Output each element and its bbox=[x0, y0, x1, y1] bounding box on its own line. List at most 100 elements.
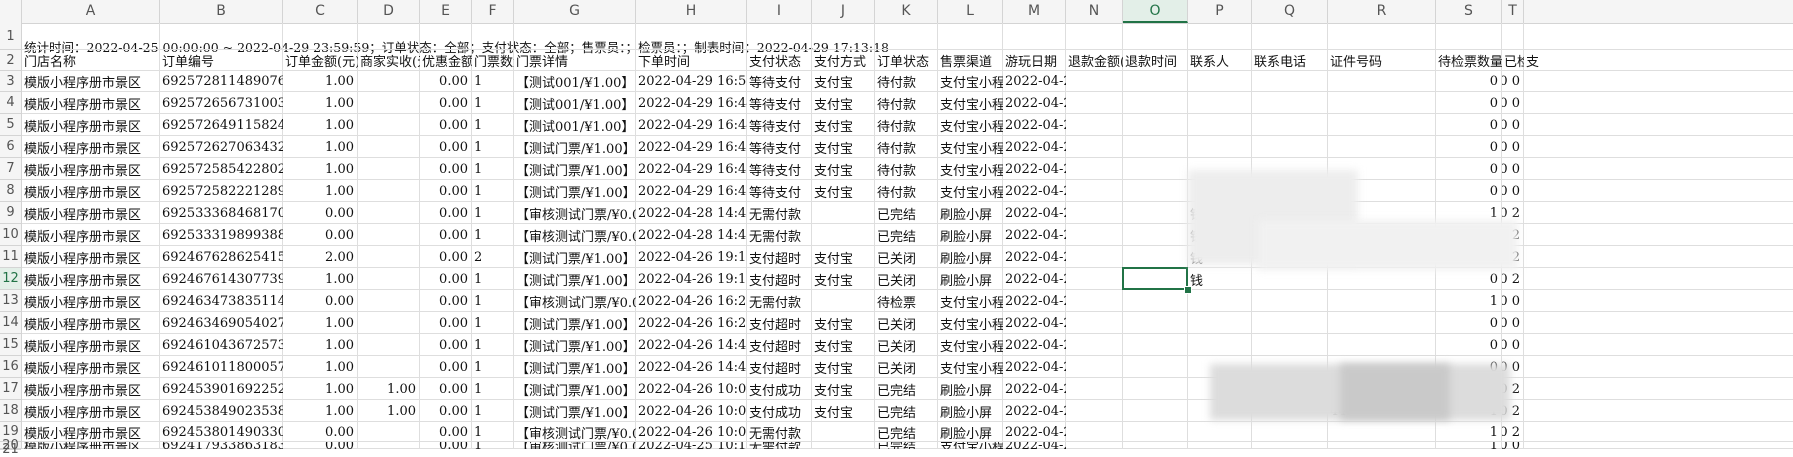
row-header-5[interactable]: 5 bbox=[0, 114, 21, 136]
table-cell[interactable]: 无需付款 bbox=[747, 224, 812, 246]
table-cell[interactable]: 2 bbox=[472, 246, 514, 268]
table-cell[interactable]: 已完结 bbox=[875, 224, 938, 246]
table-cell[interactable]: 0.00 bbox=[420, 312, 472, 334]
table-cell[interactable]: 1 bbox=[472, 71, 514, 92]
table-cell[interactable]: 钱 bbox=[1188, 268, 1252, 290]
table-cell[interactable]: 支付宝 bbox=[812, 92, 875, 114]
table-cell[interactable]: 2022-04-28 bbox=[1003, 224, 1066, 246]
table-cell[interactable]: 1.00 bbox=[283, 92, 358, 114]
table-cell[interactable]: 2022-04-27 bbox=[1003, 290, 1066, 312]
table-cell[interactable]: 2022-04-29 16:44:47 bbox=[636, 92, 747, 114]
table-cell[interactable]: 支付宝小程 bbox=[938, 334, 1003, 356]
header-cell[interactable]: 退款金额( bbox=[1066, 50, 1123, 71]
header-cell[interactable]: 门店名称 bbox=[22, 50, 160, 71]
table-cell[interactable]: 0 0 bbox=[1502, 312, 1524, 334]
table-cell[interactable]: 1 bbox=[472, 378, 514, 400]
table-cell[interactable]: 2022-04-28 14:43:36 bbox=[636, 202, 747, 224]
table-cell[interactable]: 已完结 bbox=[875, 442, 938, 449]
table-cell[interactable]: 2022-04-25 10:16:39 bbox=[636, 442, 747, 449]
table-cell[interactable]: 已完结 bbox=[875, 378, 938, 400]
table-cell[interactable]: 支付超时 bbox=[747, 334, 812, 356]
table-cell[interactable]: 0 2 bbox=[1502, 224, 1524, 246]
table-cell[interactable]: 2022-04-29 16:41:49 bbox=[636, 180, 747, 202]
table-cell[interactable]: 支付宝小程 bbox=[938, 71, 1003, 92]
table-cell[interactable]: 【审核测试门票/¥0.0 bbox=[514, 422, 636, 442]
table-cell[interactable]: 支付宝 bbox=[812, 180, 875, 202]
table-cell[interactable]: 2022-04-26 19:11:20 bbox=[636, 246, 747, 268]
table-cell[interactable]: 1 bbox=[1436, 290, 1502, 312]
header-cell[interactable]: 门票数量 bbox=[472, 50, 514, 71]
table-cell[interactable]: 【测试门票/¥1.00】 bbox=[514, 334, 636, 356]
table-cell[interactable]: 模版小程序册市景区 bbox=[22, 71, 160, 92]
table-cell[interactable]: 0.00 bbox=[420, 158, 472, 180]
table-cell[interactable]: 刷脸小屏 bbox=[938, 422, 1003, 442]
header-cell[interactable]: 待检票数量( bbox=[1436, 50, 1502, 71]
table-cell[interactable]: 0.00 bbox=[420, 202, 472, 224]
table-cell[interactable]: 1.00 bbox=[283, 378, 358, 400]
column-header-t[interactable]: T bbox=[1502, 0, 1524, 23]
table-cell[interactable]: 1 bbox=[472, 422, 514, 442]
table-cell[interactable]: 支付宝 bbox=[812, 136, 875, 158]
column-header-i[interactable]: I bbox=[747, 0, 812, 23]
row-header-14[interactable]: 14 bbox=[0, 312, 21, 334]
table-cell[interactable]: 支付宝 bbox=[812, 356, 875, 378]
table-cell[interactable]: 2022-04-29 16:44:29 bbox=[636, 114, 747, 136]
table-cell[interactable]: 0.00 bbox=[420, 268, 472, 290]
table-cell[interactable]: 0 bbox=[1436, 268, 1502, 290]
table-cell[interactable]: 0.00 bbox=[283, 202, 358, 224]
table-cell[interactable]: 模版小程序册市景区 bbox=[22, 136, 160, 158]
header-cell[interactable]: 支 bbox=[1524, 50, 1793, 71]
table-cell[interactable]: 692463473835114496 bbox=[160, 290, 283, 312]
table-cell[interactable]: 【测试001/¥1.00】 bbox=[514, 92, 636, 114]
table-cell[interactable]: 【测试门票/¥1.00】 bbox=[514, 378, 636, 400]
table-cell[interactable]: 1 bbox=[472, 136, 514, 158]
table-cell[interactable]: 692533368468170342 bbox=[160, 202, 283, 224]
table-cell[interactable]: 无需付款 bbox=[747, 422, 812, 442]
table-cell[interactable]: 模版小程序册市景区 bbox=[22, 92, 160, 114]
table-cell[interactable]: 无需付款 bbox=[747, 442, 812, 449]
table-cell[interactable]: 0.00 bbox=[420, 180, 472, 202]
table-cell[interactable]: 支付宝 bbox=[812, 268, 875, 290]
table-cell[interactable]: 待付款 bbox=[875, 114, 938, 136]
table-cell[interactable]: 2022-04-26 16:26:15 bbox=[636, 290, 747, 312]
table-cell[interactable]: 支付宝小程 bbox=[938, 180, 1003, 202]
row-header-8[interactable]: 8 bbox=[0, 180, 21, 202]
table-cell[interactable]: 0 0 bbox=[1502, 334, 1524, 356]
table-cell[interactable]: 0 0 bbox=[1502, 158, 1524, 180]
table-cell[interactable]: 692467628625415372 bbox=[160, 246, 283, 268]
table-cell[interactable]: 0 bbox=[1436, 312, 1502, 334]
table-cell[interactable]: 模版小程序册市景区 bbox=[22, 158, 160, 180]
table-cell[interactable]: 0.00 bbox=[283, 224, 358, 246]
table-cell[interactable]: 692461043672573542 bbox=[160, 334, 283, 356]
table-cell[interactable]: 0 2 bbox=[1502, 202, 1524, 224]
table-cell[interactable]: 等待支付 bbox=[747, 136, 812, 158]
table-cell[interactable]: 刷脸小屏 bbox=[938, 224, 1003, 246]
table-cell[interactable]: 0 bbox=[1436, 92, 1502, 114]
table-cell[interactable]: 待付款 bbox=[875, 92, 938, 114]
table-cell[interactable]: 2022-04-29 16:50:56 bbox=[636, 71, 747, 92]
header-cell[interactable]: 联系人 bbox=[1188, 50, 1252, 71]
table-cell[interactable]: 0 2 bbox=[1502, 246, 1524, 268]
table-cell[interactable]: 0 2 bbox=[1502, 268, 1524, 290]
table-cell[interactable]: 钱 bbox=[1188, 224, 1252, 246]
table-cell[interactable]: 0 bbox=[1436, 136, 1502, 158]
column-header-c[interactable]: C bbox=[283, 0, 358, 23]
table-cell[interactable]: 1.00 bbox=[283, 312, 358, 334]
table-cell[interactable]: 【审核测试门票/¥0.0 bbox=[514, 202, 636, 224]
header-cell[interactable]: 已检票数 bbox=[1502, 50, 1524, 71]
table-cell[interactable]: 刷脸小屏 bbox=[938, 202, 1003, 224]
table-cell[interactable]: 2022-04-25 bbox=[1003, 442, 1066, 449]
table-cell[interactable]: 无需付款 bbox=[747, 290, 812, 312]
table-cell[interactable]: 692453801490330419 bbox=[160, 422, 283, 442]
column-header-r[interactable]: R bbox=[1328, 0, 1436, 23]
table-cell[interactable]: 待检票 bbox=[875, 290, 938, 312]
column-header-e[interactable]: E bbox=[420, 0, 472, 23]
table-cell[interactable]: 692417933863183974 bbox=[160, 442, 283, 449]
table-cell[interactable]: 0 bbox=[1436, 334, 1502, 356]
header-cell[interactable]: 优惠金额 bbox=[420, 50, 472, 71]
table-cell[interactable]: 【审核测试门票/¥0.0 bbox=[514, 442, 636, 449]
table-cell[interactable]: 0.00 bbox=[420, 290, 472, 312]
table-cell[interactable]: 等待支付 bbox=[747, 114, 812, 136]
table-cell[interactable]: 支付宝小程 bbox=[938, 114, 1003, 136]
table-cell[interactable]: 待付款 bbox=[875, 158, 938, 180]
